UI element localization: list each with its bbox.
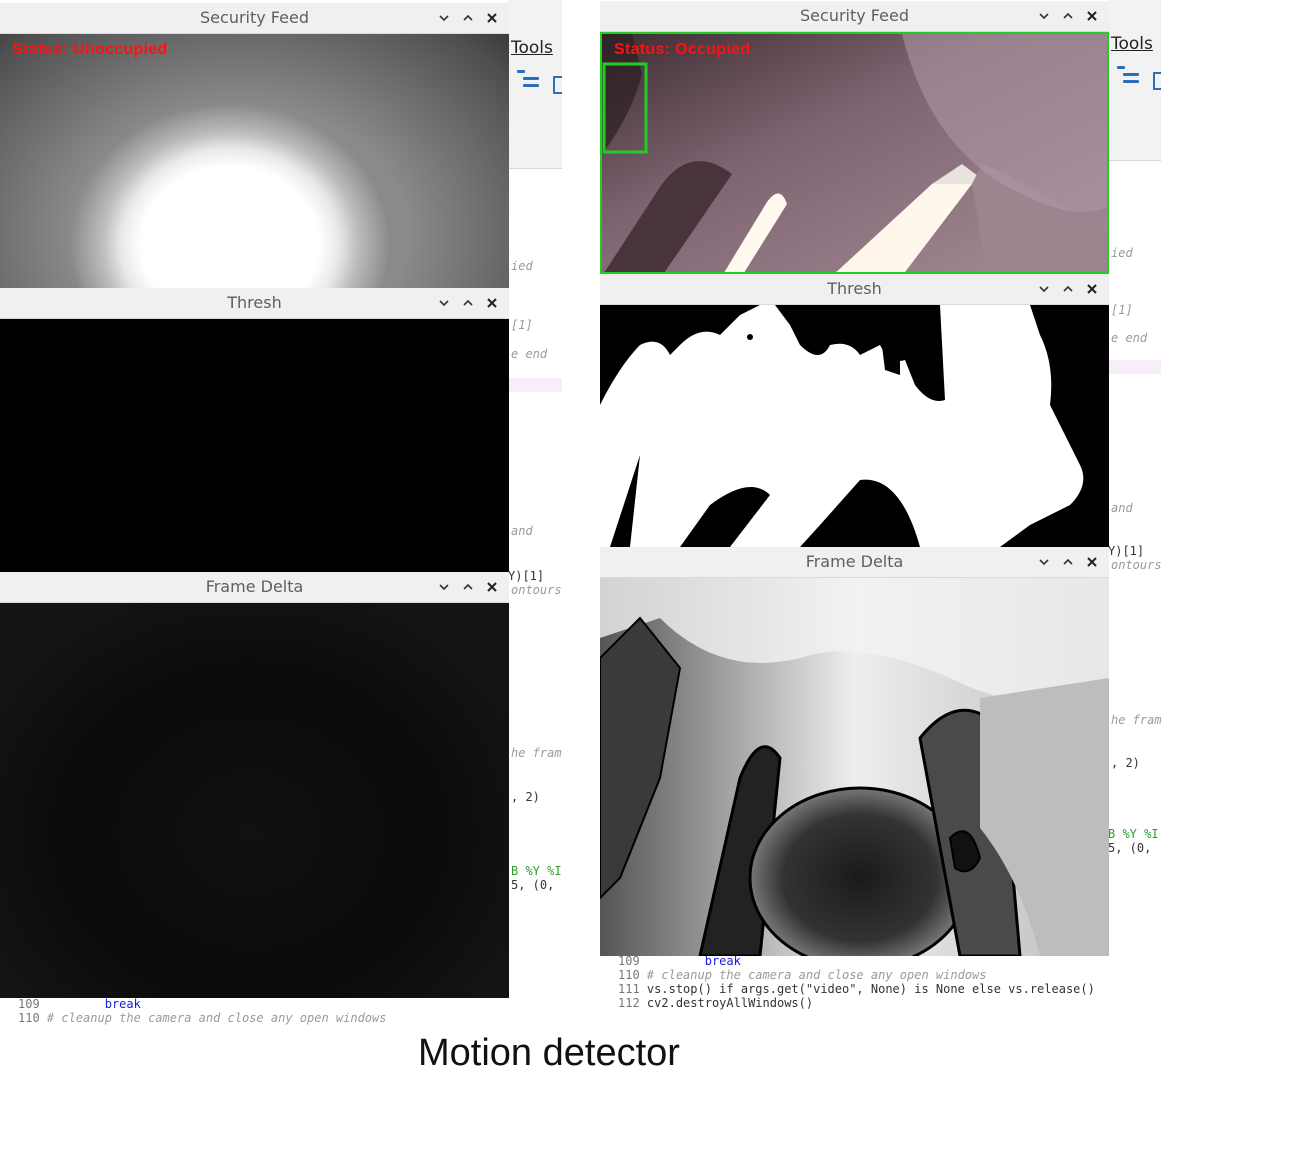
window-titlebar[interactable]: Frame Delta [0, 572, 509, 603]
security-feed-window[interactable]: Security Feed Status: Occupied [600, 1, 1109, 274]
code-line: 110 # cleanup the camera and close any o… [618, 968, 987, 982]
threshold-frame [0, 319, 509, 572]
status-label: Status: Occupied [614, 41, 751, 58]
frame-delta-window[interactable]: Frame Delta [0, 572, 509, 998]
hand-image [602, 34, 1107, 272]
code-fragment: [1] [511, 318, 533, 332]
code-fragment: , 2) [1111, 756, 1140, 770]
chevron-up-icon[interactable] [459, 9, 477, 27]
window-title: Security Feed [800, 6, 909, 25]
indent-icon[interactable] [517, 70, 539, 88]
code-fragment: ontours [511, 583, 562, 597]
threshold-frame [600, 305, 1109, 547]
delta-frame [600, 578, 1109, 956]
window-title: Frame Delta [805, 552, 904, 571]
code-fragment: e end [511, 347, 548, 361]
code-line: 112 cv2.destroyAllWindows() [618, 996, 814, 1010]
code-fragment: [1] [1111, 303, 1133, 317]
camera-frame: Status: Occupied [600, 32, 1109, 274]
caption: Motion detector [418, 1032, 680, 1074]
left-screenshot: Tools ied [1] e end and Y)[1] ontours he… [0, 0, 562, 1030]
chevron-up-icon[interactable] [1059, 280, 1077, 298]
frame-delta-window[interactable]: Frame Delta [600, 547, 1109, 956]
window-title: Security Feed [200, 8, 309, 27]
code-fragment: e end [1111, 331, 1148, 345]
code-fragment: and [511, 524, 533, 538]
menu-tools-label: Tools [1111, 34, 1153, 54]
menu-tools[interactable]: Tools [1111, 34, 1153, 54]
right-screenshot: Tools ied [1] e end and Y)[1] ontours he… [600, 0, 1161, 1026]
window-title: Frame Delta [205, 577, 304, 596]
close-icon[interactable] [1083, 553, 1101, 571]
delta-frame [0, 603, 509, 998]
chevron-down-icon[interactable] [435, 294, 453, 312]
menu-tools-label: Tools [511, 38, 553, 58]
code-fragment: B %Y %I [511, 864, 562, 878]
close-icon[interactable] [1083, 7, 1101, 25]
chevron-up-icon[interactable] [459, 578, 477, 596]
chevron-down-icon[interactable] [435, 578, 453, 596]
window-titlebar[interactable]: Security Feed [600, 1, 1109, 32]
toolbar-icon[interactable] [1153, 72, 1161, 90]
code-fragment: ied [1111, 246, 1133, 260]
thresh-window[interactable]: Thresh [0, 288, 509, 572]
window-title: Thresh [227, 293, 282, 312]
code-fragment: 5, (0, [1108, 841, 1152, 855]
chevron-down-icon[interactable] [1035, 553, 1053, 571]
camera-frame: Status: Unoccupied [0, 34, 509, 288]
close-icon[interactable] [1083, 280, 1101, 298]
chevron-up-icon[interactable] [1059, 553, 1077, 571]
chevron-down-icon[interactable] [1035, 7, 1053, 25]
code-fragment: and [1111, 501, 1133, 515]
window-titlebar[interactable]: Frame Delta [600, 547, 1109, 578]
security-feed-window[interactable]: Security Feed Status: Unoccupied [0, 3, 509, 288]
toolbar-icon[interactable] [553, 76, 562, 94]
code-fragment: , 2) [511, 790, 540, 804]
close-icon[interactable] [483, 578, 501, 596]
code-line: 110 # cleanup the camera and close any o… [18, 1011, 387, 1025]
code-fragment: 5, (0, [511, 878, 555, 892]
code-fragment: Y)[1] [508, 569, 545, 583]
window-titlebar[interactable]: Security Feed [0, 3, 509, 34]
code-line: 109 break [18, 997, 141, 1011]
menu-tools[interactable]: Tools [511, 38, 553, 58]
code-fragment: he fram [1111, 713, 1161, 727]
thresh-window[interactable]: Thresh [600, 274, 1109, 547]
code-fragment: Y)[1] [1108, 544, 1145, 558]
code-fragment: ied [511, 259, 533, 273]
chevron-up-icon[interactable] [1059, 7, 1077, 25]
code-fragment: ontours [1111, 558, 1161, 572]
chevron-up-icon[interactable] [459, 294, 477, 312]
chevron-down-icon[interactable] [1035, 280, 1053, 298]
code-fragment: B %Y %I [1108, 827, 1159, 841]
window-titlebar[interactable]: Thresh [600, 274, 1109, 305]
close-icon[interactable] [483, 9, 501, 27]
code-line: 111 vs.stop() if args.get("video", None)… [618, 982, 1095, 996]
code-fragment: he fram [511, 746, 562, 760]
indent-icon[interactable] [1117, 66, 1139, 84]
window-title: Thresh [827, 279, 882, 298]
code-line: 109 break [618, 954, 741, 968]
status-label: Status: Unoccupied [12, 41, 168, 58]
window-titlebar[interactable]: Thresh [0, 288, 509, 319]
chevron-down-icon[interactable] [435, 9, 453, 27]
close-icon[interactable] [483, 294, 501, 312]
